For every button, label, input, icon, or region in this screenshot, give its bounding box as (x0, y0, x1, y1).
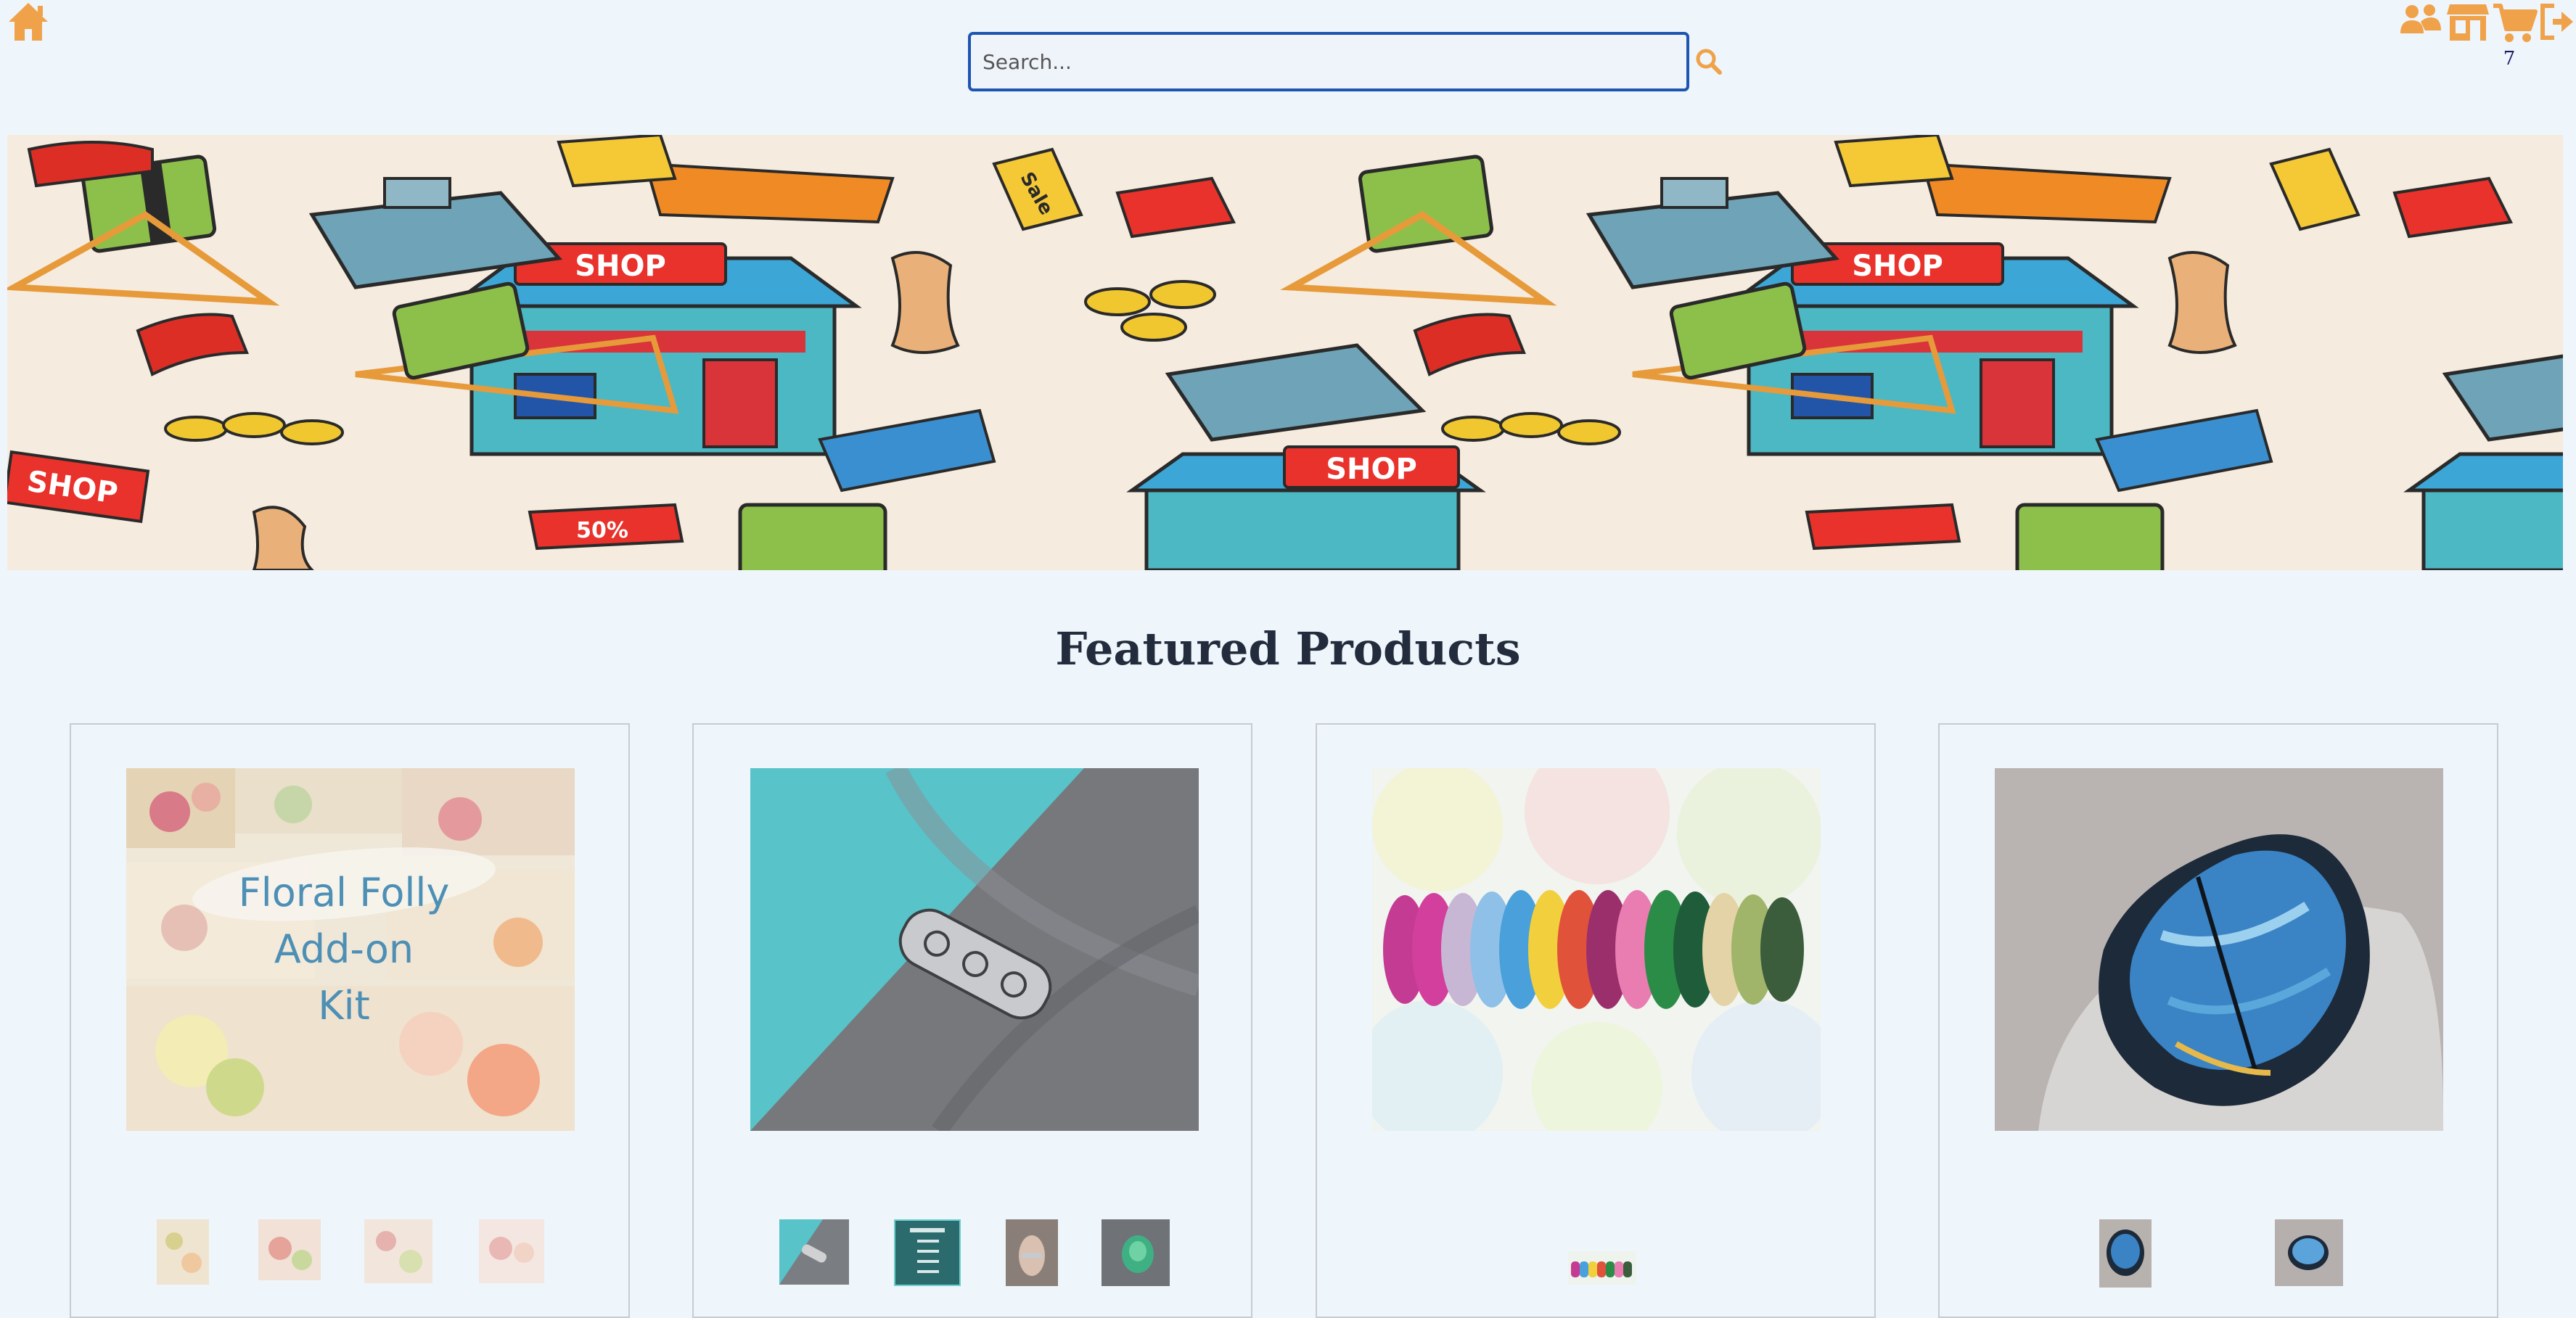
product-image[interactable]: Floral Folly Add-on Kit (126, 768, 575, 1131)
search-input[interactable] (968, 32, 1689, 91)
cart-icon[interactable] (2492, 1, 2538, 46)
banner-label: SHOP (1852, 250, 1943, 283)
product-image[interactable] (1372, 768, 1821, 1131)
cart-count-badge: 7 (2503, 48, 2516, 70)
product-thumbnail[interactable] (479, 1219, 544, 1283)
product-thumbnail[interactable] (1568, 1251, 1636, 1285)
product-thumbnail[interactable] (1102, 1219, 1170, 1286)
product-thumbnail[interactable] (894, 1219, 961, 1286)
product-image[interactable] (1995, 768, 2443, 1131)
banner-label: SHOP (575, 250, 666, 283)
product-thumbnail[interactable] (258, 1219, 321, 1280)
product-image-text: Add-on (274, 926, 414, 972)
product-thumbnail[interactable] (157, 1219, 209, 1285)
product-thumbnail[interactable] (364, 1219, 432, 1283)
top-bar: 7 (0, 0, 2576, 131)
product-thumbnail[interactable] (779, 1219, 849, 1285)
product-image-text: Kit (318, 983, 370, 1029)
product-thumbnail[interactable] (1006, 1219, 1058, 1286)
product-image[interactable] (750, 768, 1199, 1131)
shopping-pattern-image: SHOP SHOP Sale 50% SHOP SHOP (7, 135, 2563, 570)
store-icon[interactable] (2445, 1, 2490, 45)
product-thumbnail[interactable] (2099, 1219, 2152, 1288)
product-thumbnail[interactable] (2275, 1219, 2343, 1286)
product-image-text: Floral Folly (239, 870, 450, 915)
users-icon[interactable] (2399, 1, 2442, 42)
home-icon[interactable] (6, 0, 51, 42)
search-box (968, 32, 1689, 91)
logout-icon[interactable] (2540, 1, 2575, 45)
header-actions (2399, 0, 2576, 45)
banner-label: SHOP (1326, 453, 1417, 486)
hero-banner: SHOP SHOP Sale 50% SHOP SHOP (7, 135, 2563, 570)
product-card[interactable] (1316, 723, 1876, 1318)
search-icon[interactable] (1691, 44, 1727, 80)
product-card[interactable]: Floral Folly Add-on Kit (70, 723, 630, 1318)
featured-products-heading: Featured Products (1055, 622, 1521, 675)
product-card[interactable] (1938, 723, 2498, 1318)
banner-label: 50% (576, 518, 628, 543)
product-card[interactable] (692, 723, 1252, 1318)
